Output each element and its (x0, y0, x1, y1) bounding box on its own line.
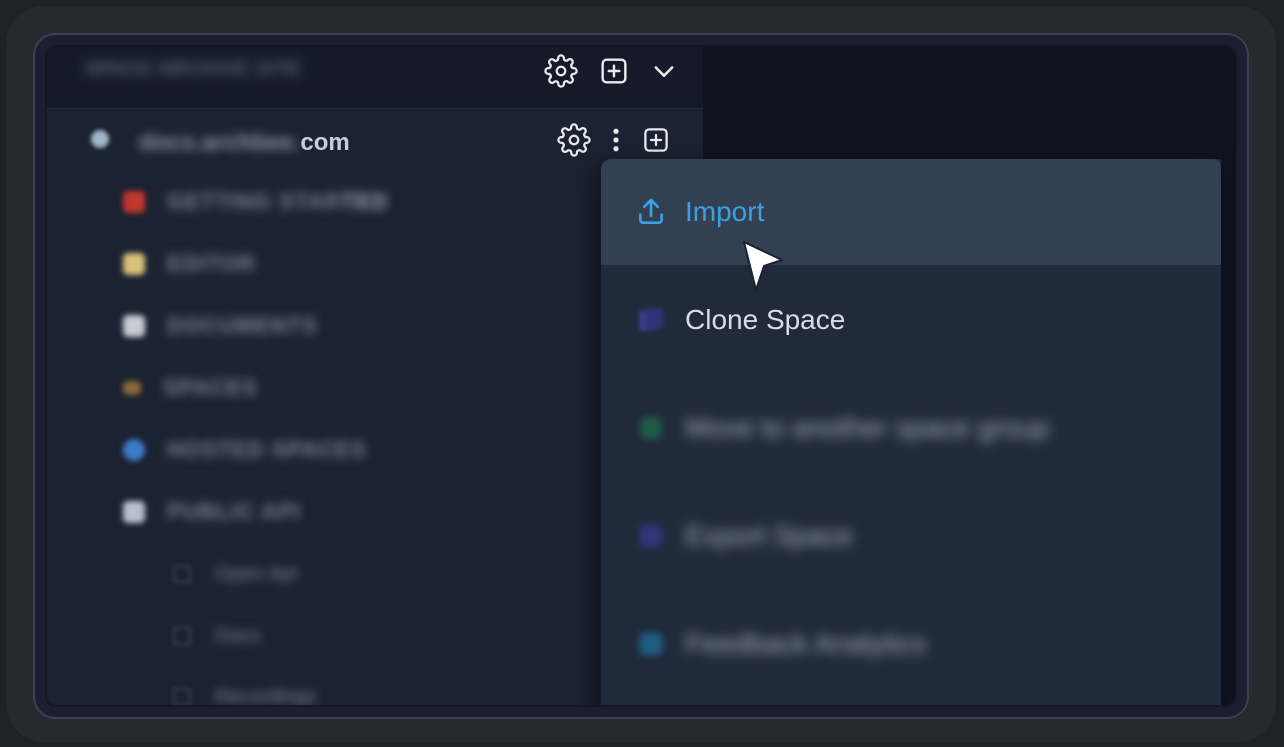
nav-item-documents[interactable]: DOCUMENTS (123, 306, 318, 346)
menu-item-label: Move to another space group (685, 412, 1050, 443)
folder-icon (123, 381, 141, 395)
menu-item-label: Clone Space (685, 304, 846, 335)
page-icon (173, 565, 191, 583)
move-icon (635, 412, 667, 444)
sub-item-label: Docs (215, 624, 261, 647)
sub-item-label: Open Api (215, 562, 298, 585)
nav-item-label: HOSTED SPACES (167, 437, 367, 462)
nav-item-label: EDITOR (167, 251, 256, 276)
analytics-icon (635, 628, 667, 660)
app-viewport: SPACE ARCHIVE SITE docs.archbee.com GETT… (47, 47, 1235, 705)
page-icon (173, 627, 191, 645)
globe-icon (123, 439, 145, 461)
gear-icon[interactable] (544, 54, 578, 88)
page-icon (173, 688, 191, 705)
sub-item-open-api[interactable]: Open Api (173, 554, 297, 594)
nav-item-label: SPACES (163, 375, 258, 400)
export-icon (635, 520, 667, 552)
sub-item-docs[interactable]: Docs (173, 616, 261, 656)
nav-item-label: DOCUMENTS (167, 313, 318, 338)
menu-item-export-space[interactable]: Export Space (601, 483, 1221, 589)
nav-item-public-api[interactable]: PUBLIC API (123, 492, 301, 532)
menu-item-move-space-group[interactable]: Move to another space group (601, 375, 1221, 481)
workspace-name[interactable]: SPACE ARCHIVE SITE (85, 59, 302, 81)
app-window: SPACE ARCHIVE SITE docs.archbee.com GETT… (33, 33, 1249, 719)
sub-item-recordings[interactable]: Recordings (173, 677, 316, 705)
upload-icon (635, 196, 667, 228)
sidebar-header: SPACE ARCHIVE SITE (47, 47, 703, 109)
space-favicon (91, 130, 109, 148)
menu-item-label: Export Space (685, 520, 854, 551)
space-settings-gear-icon[interactable] (557, 123, 591, 157)
space-row[interactable]: docs.archbee.com (47, 117, 703, 167)
nav-item-label: PUBLIC API (167, 499, 301, 524)
nav-item-getting-started[interactable]: GETTING STARTED (123, 182, 388, 222)
more-vertical-icon[interactable] (609, 125, 623, 155)
menu-item-label: Feedback Analytics (685, 628, 927, 659)
nav-item-spaces[interactable]: SPACES (123, 368, 258, 408)
mouse-cursor-icon (743, 241, 783, 291)
rocket-icon (123, 191, 145, 213)
menu-item-label: Import (685, 196, 765, 227)
nav-item-editor[interactable]: EDITOR (123, 244, 256, 284)
add-space-icon[interactable] (598, 55, 630, 87)
add-page-icon[interactable] (641, 125, 671, 155)
chevron-down-icon[interactable] (650, 57, 678, 85)
nav-item-hosted-spaces[interactable]: HOSTED SPACES (123, 430, 367, 470)
api-icon (123, 501, 145, 523)
nav-item-label: GETTING STARTED (167, 189, 389, 214)
copy-icon (635, 304, 667, 336)
menu-item-import[interactable]: Import (601, 159, 1221, 265)
menu-item-clone-space[interactable]: Clone Space (601, 267, 1221, 373)
document-icon (123, 315, 145, 337)
sub-item-label: Recordings (215, 685, 317, 706)
menu-item-feedback-analytics[interactable]: Feedback Analytics (601, 591, 1221, 697)
note-icon (123, 253, 145, 275)
space-name: docs.archbee.com (139, 129, 350, 156)
space-options-menu: Import Clone Space Move to another space… (601, 159, 1221, 705)
